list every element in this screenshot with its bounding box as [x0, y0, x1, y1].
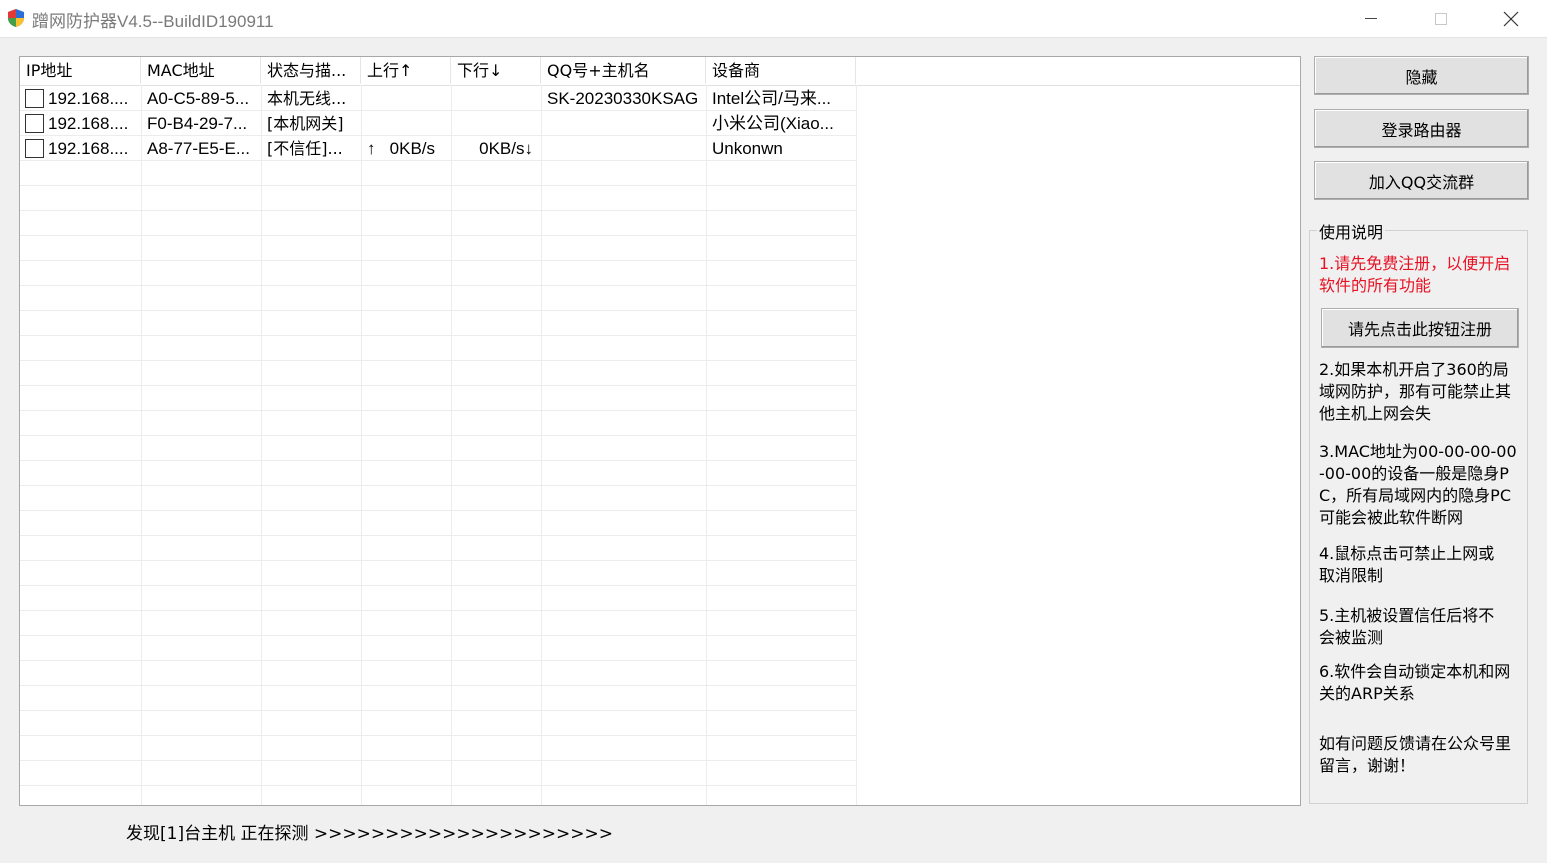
ip-cell: 192.168.... [48, 139, 129, 158]
host-list[interactable]: IP地址 MAC地址 状态与描... 上行↑ 下行↓ QQ号+主机名 设备商 1… [19, 56, 1301, 806]
title-bar: 蹭网防护器V4.5--BuildID190911 [0, 0, 1547, 38]
close-icon [1503, 11, 1519, 26]
status-cell: [本机网关] [267, 114, 344, 133]
instructions-title: 使用说明 [1317, 219, 1386, 243]
shield-icon [8, 9, 24, 27]
upload-cell [361, 111, 451, 136]
status-text: 发现[1]台主机 正在探测 >>>>>>>>>>>>>>>>>>>>> [126, 824, 614, 844]
download-cell [451, 86, 541, 111]
upload-cell [361, 86, 451, 111]
column-header-download[interactable]: 下行↓ [451, 57, 541, 84]
row-checkbox[interactable] [25, 114, 44, 133]
grid-lines [20, 85, 857, 805]
status-cell: 本机无线... [267, 89, 347, 108]
maximize-icon [1435, 12, 1447, 25]
qq-hostname-cell [541, 136, 706, 161]
join-qq-group-button[interactable]: 加入QQ交流群 [1314, 161, 1529, 200]
mac-cell: F0-B4-29-7... [147, 114, 248, 133]
instruction-trust: 5.主机被设置信任后将不会被监测 [1319, 606, 1495, 647]
mac-cell: A0-C5-89-5... [147, 89, 250, 108]
table-row[interactable]: 192.168.... F0-B4-29-7... [本机网关] 小米公司(Xi… [20, 111, 856, 136]
table-row[interactable]: 192.168.... A8-77-E5-E... [不信任]... ↑ 0KB… [20, 136, 856, 161]
qq-hostname-cell: SK-20230330KSAG [547, 89, 699, 108]
instruction-360: 2.如果本机开启了360的局域网防护，那有可能禁止其他主机上网会失 [1319, 360, 1512, 423]
minimize-button[interactable] [1342, 0, 1400, 37]
minimize-icon [1365, 18, 1377, 19]
row-checkbox[interactable] [25, 139, 44, 158]
feedback-text: 如有问题反馈请在公众号里留言，谢谢！ [1319, 734, 1512, 775]
register-button[interactable]: 请先点击此按钮注册 [1321, 308, 1519, 348]
mac-cell: A8-77-E5-E... [147, 139, 250, 158]
maximize-button[interactable] [1412, 0, 1470, 37]
table-row[interactable]: 192.168.... A0-C5-89-5... 本机无线... SK-202… [20, 86, 856, 111]
ip-cell: 192.168.... [48, 89, 129, 108]
column-header-mac[interactable]: MAC地址 [141, 57, 261, 84]
column-header-qq-hostname[interactable]: QQ号+主机名 [541, 57, 706, 84]
vendor-cell: Intel公司/马来... [712, 89, 832, 108]
column-header-upload[interactable]: 上行↑ [361, 57, 451, 84]
qq-hostname-cell [541, 111, 706, 136]
login-router-button[interactable]: 登录路由器 [1314, 109, 1529, 148]
vendor-cell: Unkonwn [712, 139, 783, 158]
column-header-status[interactable]: 状态与描... [261, 57, 361, 84]
column-header-ip[interactable]: IP地址 [20, 57, 141, 84]
instruction-click: 4.鼠标点击可禁止上网或取消限制 [1319, 544, 1495, 585]
hide-button[interactable]: 隐藏 [1314, 56, 1529, 95]
download-cell [451, 111, 541, 136]
window-title: 蹭网防护器V4.5--BuildID190911 [32, 12, 274, 31]
instruction-register: 1.请先免费注册，以便开启软件的所有功能 [1319, 254, 1511, 295]
upload-cell: ↑ 0KB/s [367, 139, 436, 158]
download-cell: 0KB/s↓ [479, 139, 533, 158]
close-button[interactable] [1482, 0, 1540, 37]
table-header: IP地址 MAC地址 状态与描... 上行↑ 下行↓ QQ号+主机名 设备商 [20, 57, 1300, 86]
ip-cell: 192.168.... [48, 114, 129, 133]
instruction-arp: 6.软件会自动锁定本机和网关的ARP关系 [1319, 662, 1511, 703]
instruction-mac: 3.MAC地址为00-00-00-00-00-00的设备一般是隐身PC，所有局域… [1319, 442, 1517, 527]
vendor-cell: 小米公司(Xiao... [712, 114, 834, 133]
row-checkbox[interactable] [25, 89, 44, 108]
column-header-vendor[interactable]: 设备商 [706, 57, 856, 84]
status-cell: [不信任]... [267, 139, 343, 158]
